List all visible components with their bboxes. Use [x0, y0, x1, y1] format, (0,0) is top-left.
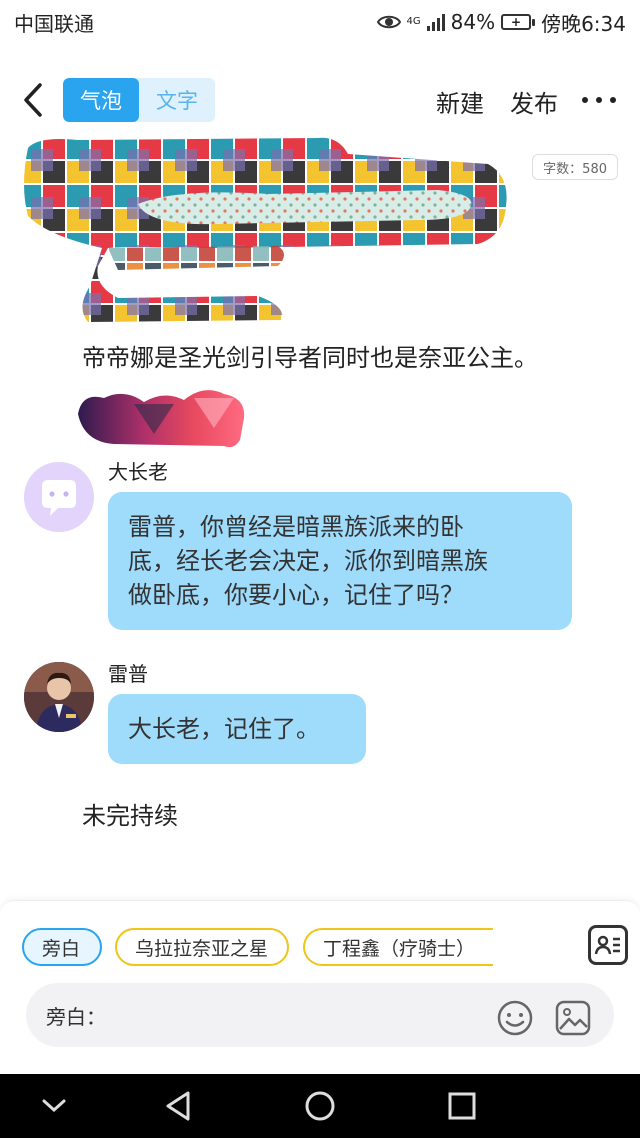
- nav-home-button[interactable]: [302, 1088, 338, 1124]
- clock: 傍晚6:34: [541, 11, 626, 36]
- nav-recents-button[interactable]: [444, 1088, 480, 1124]
- nav-back-button[interactable]: [160, 1088, 196, 1124]
- tab-bubble[interactable]: 气泡: [63, 78, 139, 122]
- square-recents-icon: [448, 1092, 476, 1120]
- chevron-left-icon: [24, 83, 42, 117]
- publish-button[interactable]: 发布: [510, 84, 558, 119]
- chevron-down-icon: [42, 1099, 66, 1113]
- role-chip-narrator[interactable]: 旁白: [22, 928, 102, 966]
- mode-switch: 气泡 文字: [63, 78, 215, 122]
- message-text-line: 做卧底，你要小心，记住了吗？: [128, 581, 464, 609]
- triangle-back-icon: [166, 1091, 190, 1121]
- person-photo-avatar-icon: [24, 662, 94, 732]
- message-bubble[interactable]: 雷普，你曾经是暗黑族派来的卧 底，经长老会决定，派你到暗黑族 做卧底，你要小心，…: [108, 492, 572, 630]
- signal-icon: [426, 13, 445, 31]
- image-button[interactable]: [554, 999, 592, 1037]
- network-type-label: 4G: [406, 16, 421, 27]
- compose-panel: 旁白 乌拉拉奈亚之星 丁程鑫（疗骑士） 旁白：: [0, 900, 640, 1074]
- circle-home-icon: [305, 1091, 335, 1121]
- speaker-name: 大长老: [108, 460, 168, 484]
- narration-line: 未完持续: [82, 802, 178, 830]
- message-text-line: 底，经长老会决定，派你到暗黑族: [128, 547, 488, 575]
- back-button[interactable]: [18, 80, 48, 120]
- message-bubble[interactable]: 大长老，记住了。: [108, 694, 366, 764]
- battery-percent: 84%: [450, 10, 496, 34]
- role-chip[interactable]: 乌拉拉奈亚之星: [115, 928, 289, 966]
- message-text-line: 大长老，记住了。: [128, 715, 320, 743]
- speaker-name: 雷普: [108, 662, 148, 686]
- status-icons: 4G 84% + 傍晚6:34: [376, 8, 626, 37]
- eye-icon: [376, 13, 401, 31]
- word-count-badge: 字数：580: [532, 154, 618, 180]
- narration-line: 帝帝娜是圣光剑引导者同时也是奈亚公主。: [82, 344, 538, 372]
- smiley-icon: [497, 1000, 533, 1036]
- censored-mosaic-block: [24, 137, 507, 322]
- status-bar: 中国联通 4G 84% + 傍晚6:34: [0, 0, 640, 44]
- avatar[interactable]: [24, 462, 94, 532]
- tab-text[interactable]: 文字: [139, 78, 215, 122]
- battery-icon: +: [501, 14, 536, 30]
- censored-mosaic-strip: [78, 390, 245, 448]
- contact-card-icon: [594, 935, 620, 955]
- top-bar: 气泡 文字 新建 发布: [0, 64, 640, 136]
- image-icon: [555, 1000, 591, 1036]
- system-nav-bar: [0, 1074, 640, 1138]
- carrier-label: 中国联通: [14, 11, 94, 36]
- message-input[interactable]: [106, 983, 614, 1047]
- avatar[interactable]: [24, 662, 94, 732]
- new-button[interactable]: 新建: [436, 84, 484, 119]
- chat-bubble-avatar-icon: [24, 462, 94, 532]
- collapse-nav-button[interactable]: [36, 1088, 72, 1124]
- message-text-line: 雷普，你曾经是暗黑族派来的卧: [128, 513, 464, 541]
- input-role-label: 旁白：: [46, 1004, 106, 1029]
- emoji-button[interactable]: [496, 999, 534, 1037]
- role-list-button[interactable]: [588, 925, 628, 965]
- message-input-bar: 旁白：: [26, 983, 614, 1047]
- role-chip[interactable]: 丁程鑫（疗骑士）: [303, 928, 493, 966]
- more-menu-button[interactable]: [582, 82, 616, 118]
- story-content: 字数：580 帝帝娜是圣光剑引导者同时也是奈亚公主。 大长老 雷普，你曾经是暗黑…: [0, 137, 640, 900]
